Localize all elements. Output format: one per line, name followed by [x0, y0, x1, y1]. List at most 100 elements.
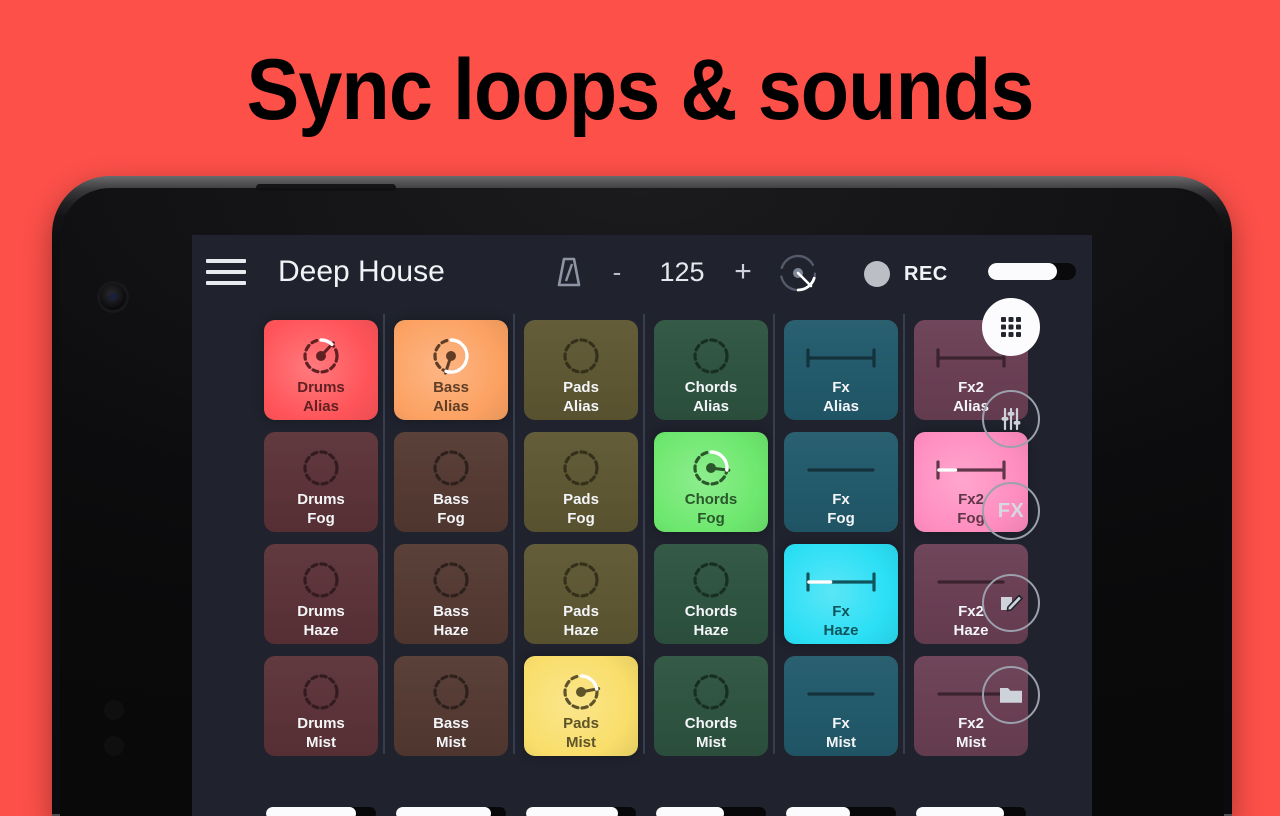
bpm-increase-button[interactable]: +	[726, 253, 760, 291]
clip-pad-fx-alias[interactable]: Fx Alias	[784, 320, 898, 420]
phone-device-frame: Deep House - 125 + REC Drums Alias Drums…	[52, 176, 1232, 816]
clip-pad-label: Fx Haze	[784, 602, 898, 640]
fx-icon: FX	[997, 499, 1025, 522]
record-dot-icon[interactable]	[864, 261, 890, 287]
clip-variation-name: Haze	[693, 622, 729, 639]
clip-track-name: Bass	[433, 715, 469, 732]
column-scrollbar[interactable]	[396, 807, 506, 816]
rail-button-fx[interactable]: FX	[982, 482, 1040, 540]
clip-knob-icon	[394, 666, 508, 716]
clip-track-name: Pads	[563, 491, 599, 508]
app-screen: Deep House - 125 + REC Drums Alias Drums…	[192, 235, 1092, 816]
column-scrollbar-thumb[interactable]	[656, 807, 725, 816]
column-scrollbar[interactable]	[916, 807, 1026, 816]
clip-pad-label: Bass Fog	[394, 490, 508, 528]
column-scrollbar-thumb[interactable]	[266, 807, 357, 816]
grid-pads-icon	[996, 312, 1026, 342]
clip-pad-bass-fog[interactable]: Bass Fog	[394, 432, 508, 532]
clip-pad-drums-mist[interactable]: Drums Mist	[264, 656, 378, 756]
clip-track-name: Bass	[433, 379, 469, 396]
earpiece-speaker	[256, 184, 396, 191]
clip-variation-name: Haze	[303, 622, 339, 639]
clip-knob-icon	[394, 554, 508, 604]
clip-pad-pads-alias[interactable]: Pads Alias	[524, 320, 638, 420]
clip-knob-icon	[524, 554, 638, 604]
clip-pad-drums-fog[interactable]: Drums Fog	[264, 432, 378, 532]
clip-pad-label: Bass Haze	[394, 602, 508, 640]
app-toolbar: Deep House - 125 + REC	[192, 235, 1092, 308]
loop-knob-icon[interactable]	[774, 249, 822, 297]
clip-pad-chords-fog[interactable]: Chords Fog	[654, 432, 768, 532]
column-scrollbar-thumb[interactable]	[786, 807, 850, 816]
clip-pad-bass-alias[interactable]: Bass Alias	[394, 320, 508, 420]
clip-knob-icon	[654, 442, 768, 492]
clip-track-name: Drums	[297, 715, 345, 732]
clip-variation-name: Mist	[306, 734, 336, 751]
bpm-decrease-button[interactable]: -	[600, 255, 634, 289]
clip-pad-pads-mist[interactable]: Pads Mist	[524, 656, 638, 756]
column-scrollbar[interactable]	[656, 807, 766, 816]
project-title[interactable]: Deep House	[278, 251, 445, 293]
clip-variation-name: Alias	[693, 398, 729, 415]
column-scrollbar-thumb[interactable]	[526, 807, 619, 816]
clip-track-name: Pads	[563, 715, 599, 732]
clip-pad-drums-haze[interactable]: Drums Haze	[264, 544, 378, 644]
clip-pad-fx-haze[interactable]: Fx Haze	[784, 544, 898, 644]
clip-track-name: Chords	[684, 491, 738, 508]
clip-slider-icon	[784, 554, 898, 604]
clip-pad-chords-haze[interactable]: Chords Haze	[654, 544, 768, 644]
clip-knob-icon	[654, 330, 768, 380]
clip-pad-drums-alias[interactable]: Drums Alias	[264, 320, 378, 420]
clip-knob-icon	[394, 442, 508, 492]
clip-variation-name: Mist	[436, 734, 466, 751]
rail-button-mixer-sliders[interactable]	[982, 390, 1040, 448]
clip-pad-bass-mist[interactable]: Bass Mist	[394, 656, 508, 756]
clip-variation-name: Mist	[566, 734, 596, 751]
column-scrollbar-thumb[interactable]	[916, 807, 1004, 816]
bpm-value[interactable]: 125	[636, 255, 728, 289]
clip-pad-pads-haze[interactable]: Pads Haze	[524, 544, 638, 644]
clip-slider-icon	[784, 442, 898, 492]
clip-track-name: Chords	[684, 715, 738, 732]
clip-variation-name: Haze	[823, 622, 859, 639]
rail-button-folder[interactable]	[982, 666, 1040, 724]
rail-button-edit-pencil[interactable]	[982, 574, 1040, 632]
column-scrollbar[interactable]	[786, 807, 896, 816]
clip-pad-label: Fx Fog	[784, 490, 898, 528]
clip-knob-icon	[264, 330, 378, 380]
rail-button-grid-pads[interactable]	[982, 298, 1040, 356]
clip-pad-label: Bass Alias	[394, 378, 508, 416]
clip-knob-icon	[264, 554, 378, 604]
column-separator	[773, 314, 775, 754]
record-button-label[interactable]: REC	[904, 261, 948, 287]
metronome-icon[interactable]	[552, 255, 586, 289]
track-column-pads: Pads Alias Pads Fog Pads Haze Pads Mist	[513, 308, 646, 816]
hamburger-menu-icon[interactable]	[206, 259, 246, 285]
bezel-sensor-dot	[104, 700, 124, 720]
clip-variation-name: Alias	[563, 398, 599, 415]
column-separator	[383, 314, 385, 754]
clip-pad-pads-fog[interactable]: Pads Fog	[524, 432, 638, 532]
bezel-sensor-dot	[104, 736, 124, 756]
clip-track-name: Drums	[297, 603, 345, 620]
clip-pad-label: Drums Haze	[264, 602, 378, 640]
clip-pad-fx-fog[interactable]: Fx Fog	[784, 432, 898, 532]
column-scrollbar[interactable]	[266, 807, 376, 816]
clip-pad-chords-mist[interactable]: Chords Mist	[654, 656, 768, 756]
clip-pad-chords-alias[interactable]: Chords Alias	[654, 320, 768, 420]
track-column-bass: Bass Alias Bass Fog Bass Haze Bass Mist	[383, 308, 516, 816]
clip-pad-label: Pads Alias	[524, 378, 638, 416]
clip-track-name: Drums	[297, 491, 345, 508]
clip-pad-label: Pads Fog	[524, 490, 638, 528]
column-scrollbar[interactable]	[526, 807, 636, 816]
master-volume-fill	[988, 263, 1057, 280]
column-scrollbar-thumb[interactable]	[396, 807, 491, 816]
clip-knob-icon	[394, 330, 508, 380]
clip-pad-label: Chords Fog	[654, 490, 768, 528]
clip-pad-label: Pads Mist	[524, 714, 638, 752]
clip-variation-name: Fog	[437, 510, 465, 527]
clip-pad-bass-haze[interactable]: Bass Haze	[394, 544, 508, 644]
master-volume-slider[interactable]	[988, 263, 1076, 280]
clip-pad-fx-mist[interactable]: Fx Mist	[784, 656, 898, 756]
column-separator	[643, 314, 645, 754]
